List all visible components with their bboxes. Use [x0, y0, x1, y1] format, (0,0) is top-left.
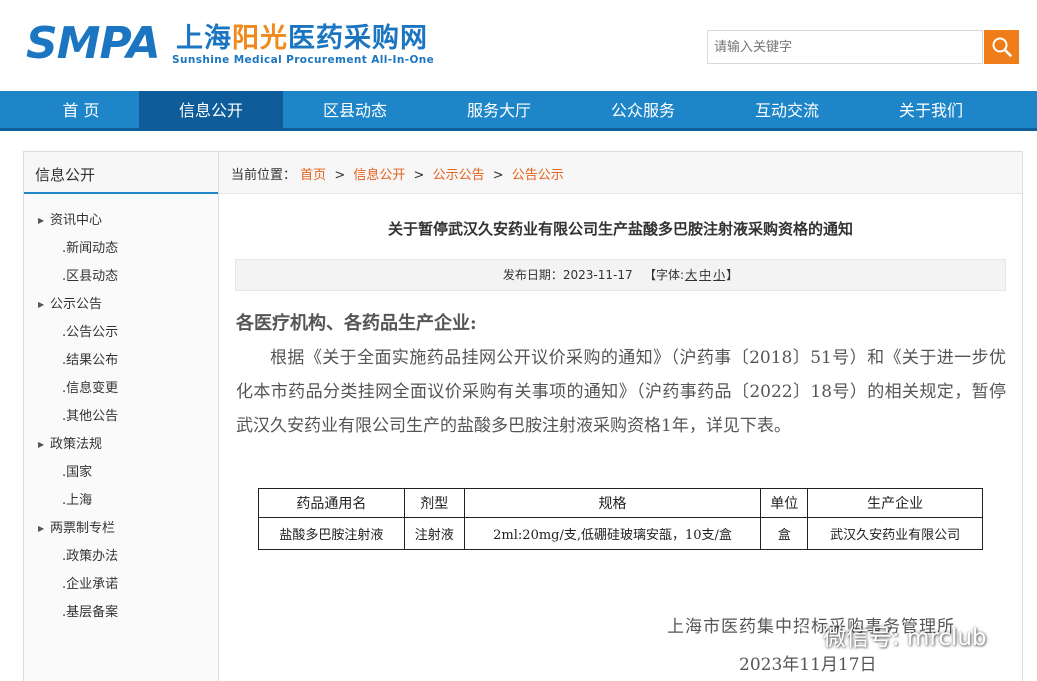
triangle-right-icon: ▶: [38, 440, 45, 449]
sidebar-item-other-notices[interactable]: .其他公告: [62, 405, 118, 424]
font-size-label-suffix: 】: [726, 268, 739, 282]
font-size-label-prefix: 【字体:: [644, 268, 685, 282]
sidebar-group-two-invoice[interactable]: ▶ 两票制专栏: [38, 517, 115, 536]
table-header-cell: 药品通用名: [258, 488, 405, 518]
watermark-text: 微信号: mrclub: [823, 625, 987, 651]
search-input[interactable]: [707, 30, 983, 64]
font-size-large-button[interactable]: 大: [685, 268, 697, 282]
breadcrumb-public-notice[interactable]: 公告公示: [512, 168, 564, 183]
sidebar-item-news[interactable]: .新闻动态: [62, 237, 118, 256]
table-cell-drug-name: 盐酸多巴胺注射液: [258, 517, 405, 550]
nav-district-news[interactable]: 区县动态: [285, 91, 425, 131]
logo-english-text: Sunshine Medical Procurement All-In-One: [172, 54, 435, 66]
main-content: 当前位置： 首页 > 信息公开 > 公示公告 > 公告公示 关于暂停武汉久安药业…: [219, 151, 1023, 681]
font-size-medium-button[interactable]: 中: [699, 268, 711, 282]
sidebar-item-grassroots-filing[interactable]: .基层备案: [62, 601, 118, 620]
breadcrumb-announcements[interactable]: 公示公告: [433, 168, 485, 183]
logo-chinese-text: 上海阳光医药采购网: [176, 23, 428, 54]
article-title: 关于暂停武汉久安药业有限公司生产盐酸多巴胺注射液采购资格的通知: [387, 220, 853, 238]
nav-service-hall[interactable]: 服务大厅: [429, 91, 569, 131]
publish-date: 2023-11-17: [562, 268, 633, 282]
nav-public-service[interactable]: 公众服务: [573, 91, 713, 131]
sidebar-item-public-notice[interactable]: .公告公示: [62, 321, 118, 340]
main-nav: 首 页 信息公开 区县动态 服务大厅 公众服务 互动交流 关于我们: [0, 91, 1037, 131]
table-cell-unit: 盒: [760, 517, 809, 550]
search-button[interactable]: [984, 30, 1019, 64]
site-header: SMPA 上海阳光医药采购网 Sunshine Medical Procurem…: [0, 0, 1037, 91]
article-sign-date: 2023年11月17日: [739, 655, 877, 675]
wechat-icon: [791, 626, 817, 647]
sidebar-item-shanghai[interactable]: .上海: [62, 489, 92, 508]
sidebar-title: 信息公开: [24, 152, 218, 194]
sidebar-group-news-center[interactable]: ▶ 资讯中心: [38, 209, 102, 228]
table-header-cell: 生产企业: [807, 488, 983, 518]
table-header-cell: 剂型: [403, 488, 465, 518]
nav-info-disclosure[interactable]: 信息公开: [139, 91, 283, 131]
nav-interaction[interactable]: 互动交流: [717, 91, 857, 131]
article-body: 根据《关于全面实施药品挂网公开议价采购的通知》（沪药事〔2018〕51号）和《关…: [236, 348, 1006, 436]
triangle-right-icon: ▶: [38, 300, 45, 309]
nav-about-us[interactable]: 关于我们: [861, 91, 1001, 131]
sidebar-item-national[interactable]: .国家: [62, 461, 92, 480]
table-header-cell: 规格: [463, 488, 762, 518]
nav-home[interactable]: 首 页: [11, 91, 151, 131]
font-size-small-button[interactable]: 小: [713, 268, 725, 282]
table-header-row: 药品通用名 剂型 规格 单位 生产企业: [258, 488, 983, 518]
sidebar-group-policies[interactable]: ▶ 政策法规: [38, 433, 102, 452]
logo-smpa-text: SMPA: [26, 18, 161, 69]
breadcrumb-separator: >: [413, 168, 425, 183]
publish-date-label: 发布日期：: [502, 268, 563, 282]
sidebar-item-info-changes[interactable]: .信息变更: [62, 377, 118, 396]
breadcrumb-label: 当前位置：: [231, 168, 297, 183]
table-cell-specification: 2ml:20mg/支,低硼硅玻璃安瓿，10支/盒: [463, 517, 762, 550]
table-header-cell: 单位: [760, 488, 809, 518]
search-icon: [992, 37, 1012, 57]
watermark: 微信号: mrclub: [791, 618, 987, 652]
sidebar-group-announcements[interactable]: ▶ 公示公告: [38, 293, 102, 312]
article-salutation: 各医疗机构、各药品生产企业:: [236, 313, 477, 334]
table-row: 盐酸多巴胺注射液 注射液 2ml:20mg/支,低硼硅玻璃安瓿，10支/盒 盒 …: [258, 517, 983, 550]
article-meta: 发布日期：2023-11-17 【字体:大中小】: [235, 259, 1006, 291]
search-box: [707, 30, 1019, 64]
breadcrumb: 当前位置： 首页 > 信息公开 > 公示公告 > 公告公示: [231, 164, 564, 183]
sidebar-item-enterprise-commitment[interactable]: .企业承诺: [62, 573, 118, 592]
triangle-right-icon: ▶: [38, 216, 45, 225]
table-cell-manufacturer: 武汉久安药业有限公司: [807, 517, 983, 550]
breadcrumb-separator: >: [334, 168, 346, 183]
sidebar-item-district-news[interactable]: .区县动态: [62, 265, 118, 284]
breadcrumb-info-disclosure[interactable]: 信息公开: [353, 168, 405, 183]
sidebar-item-results[interactable]: .结果公布: [62, 349, 118, 368]
breadcrumb-separator: >: [492, 168, 504, 183]
triangle-right-icon: ▶: [38, 524, 45, 533]
breadcrumb-bar: 当前位置： 首页 > 信息公开 > 公示公告 > 公告公示: [219, 152, 1022, 194]
table-cell-dosage-form: 注射液: [403, 517, 465, 550]
sidebar-item-policy-measures[interactable]: .政策办法: [62, 545, 118, 564]
drug-table: 药品通用名 剂型 规格 单位 生产企业 盐酸多巴胺注射液 注射液 2ml:20m…: [258, 488, 983, 550]
sidebar: 信息公开 ▶ 资讯中心 .新闻动态 .区县动态 ▶ 公示公告 .公告公示 .结果公布…: [23, 151, 219, 681]
breadcrumb-home[interactable]: 首页: [300, 168, 326, 183]
